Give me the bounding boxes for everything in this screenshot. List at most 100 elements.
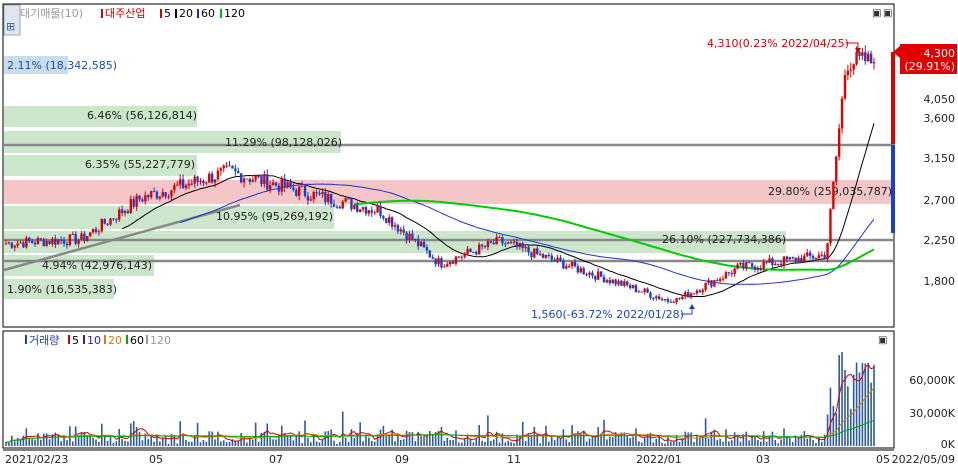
volume-bar	[707, 438, 710, 446]
candle	[266, 174, 269, 190]
candle	[387, 217, 391, 223]
candle	[829, 209, 832, 244]
candle	[617, 280, 620, 285]
candle	[57, 239, 60, 245]
candle	[164, 192, 167, 197]
volume-bar	[254, 422, 257, 446]
candle	[687, 292, 690, 298]
volume-bar	[400, 439, 402, 446]
candle	[745, 262, 748, 269]
candle	[553, 259, 556, 262]
y-tick-label: 3,600	[924, 112, 956, 125]
volume-bar	[350, 429, 353, 446]
candle	[768, 258, 771, 263]
volume-bar	[690, 432, 692, 446]
volume-bar	[757, 439, 759, 446]
candle	[803, 255, 806, 263]
volume-bar	[115, 441, 118, 446]
candle	[54, 238, 57, 245]
candle	[332, 204, 336, 207]
candle	[33, 242, 37, 245]
candle	[161, 192, 164, 197]
legend-vol-ma20[interactable]: 20	[108, 334, 122, 347]
candle	[657, 296, 661, 300]
candle	[800, 257, 803, 263]
volume-bar	[864, 363, 867, 446]
candle	[129, 199, 133, 213]
volume-bar	[669, 441, 672, 446]
candle	[675, 298, 678, 303]
candle	[135, 195, 138, 207]
candle	[405, 232, 408, 241]
candle	[393, 225, 397, 227]
y-tick-label: 1,800	[924, 275, 956, 288]
volume-bar	[31, 439, 33, 446]
legend-volume[interactable]: 거래량	[29, 334, 59, 347]
volume-bar	[214, 439, 216, 446]
legend-ma20[interactable]: 20	[179, 7, 193, 20]
candle	[324, 192, 327, 202]
volume-bar	[217, 431, 219, 446]
candle	[361, 207, 365, 210]
candle	[771, 258, 774, 266]
candle	[704, 282, 707, 290]
candle	[866, 53, 870, 62]
legend-vol-ma60[interactable]: 60	[130, 334, 144, 347]
legend-stock-name[interactable]: 대주산업	[105, 7, 145, 20]
volume-bar	[449, 439, 451, 446]
legend-ma60[interactable]: 60	[201, 7, 215, 20]
candle	[849, 69, 852, 71]
candle	[547, 255, 551, 257]
volume-bar	[408, 431, 411, 446]
candle	[321, 192, 324, 195]
legend-vol-ma5[interactable]: 5	[72, 334, 79, 347]
candle	[695, 290, 699, 294]
volume-bar	[733, 432, 736, 446]
candle	[344, 198, 347, 202]
volume-bar	[809, 436, 811, 446]
candle	[626, 281, 629, 286]
panel-close-icon[interactable]: ▣	[878, 335, 887, 346]
panel-close-icon[interactable]: ▣	[883, 8, 892, 19]
panel-restore-icon[interactable]: ▣	[872, 8, 881, 19]
candle	[210, 173, 214, 183]
volume-bar	[550, 436, 553, 446]
candle	[509, 242, 513, 244]
volume-bar	[257, 441, 260, 446]
volume-profile-label: 29.80% (259,035,787)	[768, 185, 892, 198]
candle	[475, 252, 478, 255]
candle	[298, 186, 301, 196]
candle	[367, 210, 371, 214]
candle	[713, 280, 716, 287]
candle	[147, 195, 150, 198]
candle	[483, 246, 487, 248]
candle	[457, 256, 461, 258]
candle	[823, 254, 826, 260]
candle	[306, 196, 310, 201]
candle	[385, 218, 388, 223]
legend-ma5[interactable]: 5	[164, 7, 171, 20]
candle	[88, 232, 92, 237]
legend-swatch	[104, 335, 106, 344]
candle	[826, 243, 829, 260]
candle	[425, 246, 429, 251]
legend-overlay-volume-profile[interactable]: 대기매물(10)	[20, 7, 83, 20]
candle	[120, 209, 124, 214]
candle	[408, 233, 411, 241]
volume-bar	[188, 441, 190, 446]
current-change: (29.91%)	[904, 60, 955, 73]
candle	[579, 268, 582, 273]
candle	[126, 211, 130, 213]
volume-bar	[490, 440, 492, 446]
volume-profile-label: 2.11% (18,342,585)	[7, 59, 117, 72]
candle	[718, 278, 722, 282]
legend-swatch	[197, 9, 199, 18]
candle	[759, 267, 762, 269]
legend-ma120[interactable]: 120	[224, 7, 245, 20]
volume-bar	[344, 437, 347, 446]
candle	[225, 165, 228, 167]
legend-vol-ma10[interactable]: 10	[87, 334, 101, 347]
legend-vol-ma120[interactable]: 120	[150, 334, 171, 347]
candle	[750, 263, 754, 267]
candle	[115, 219, 118, 221]
